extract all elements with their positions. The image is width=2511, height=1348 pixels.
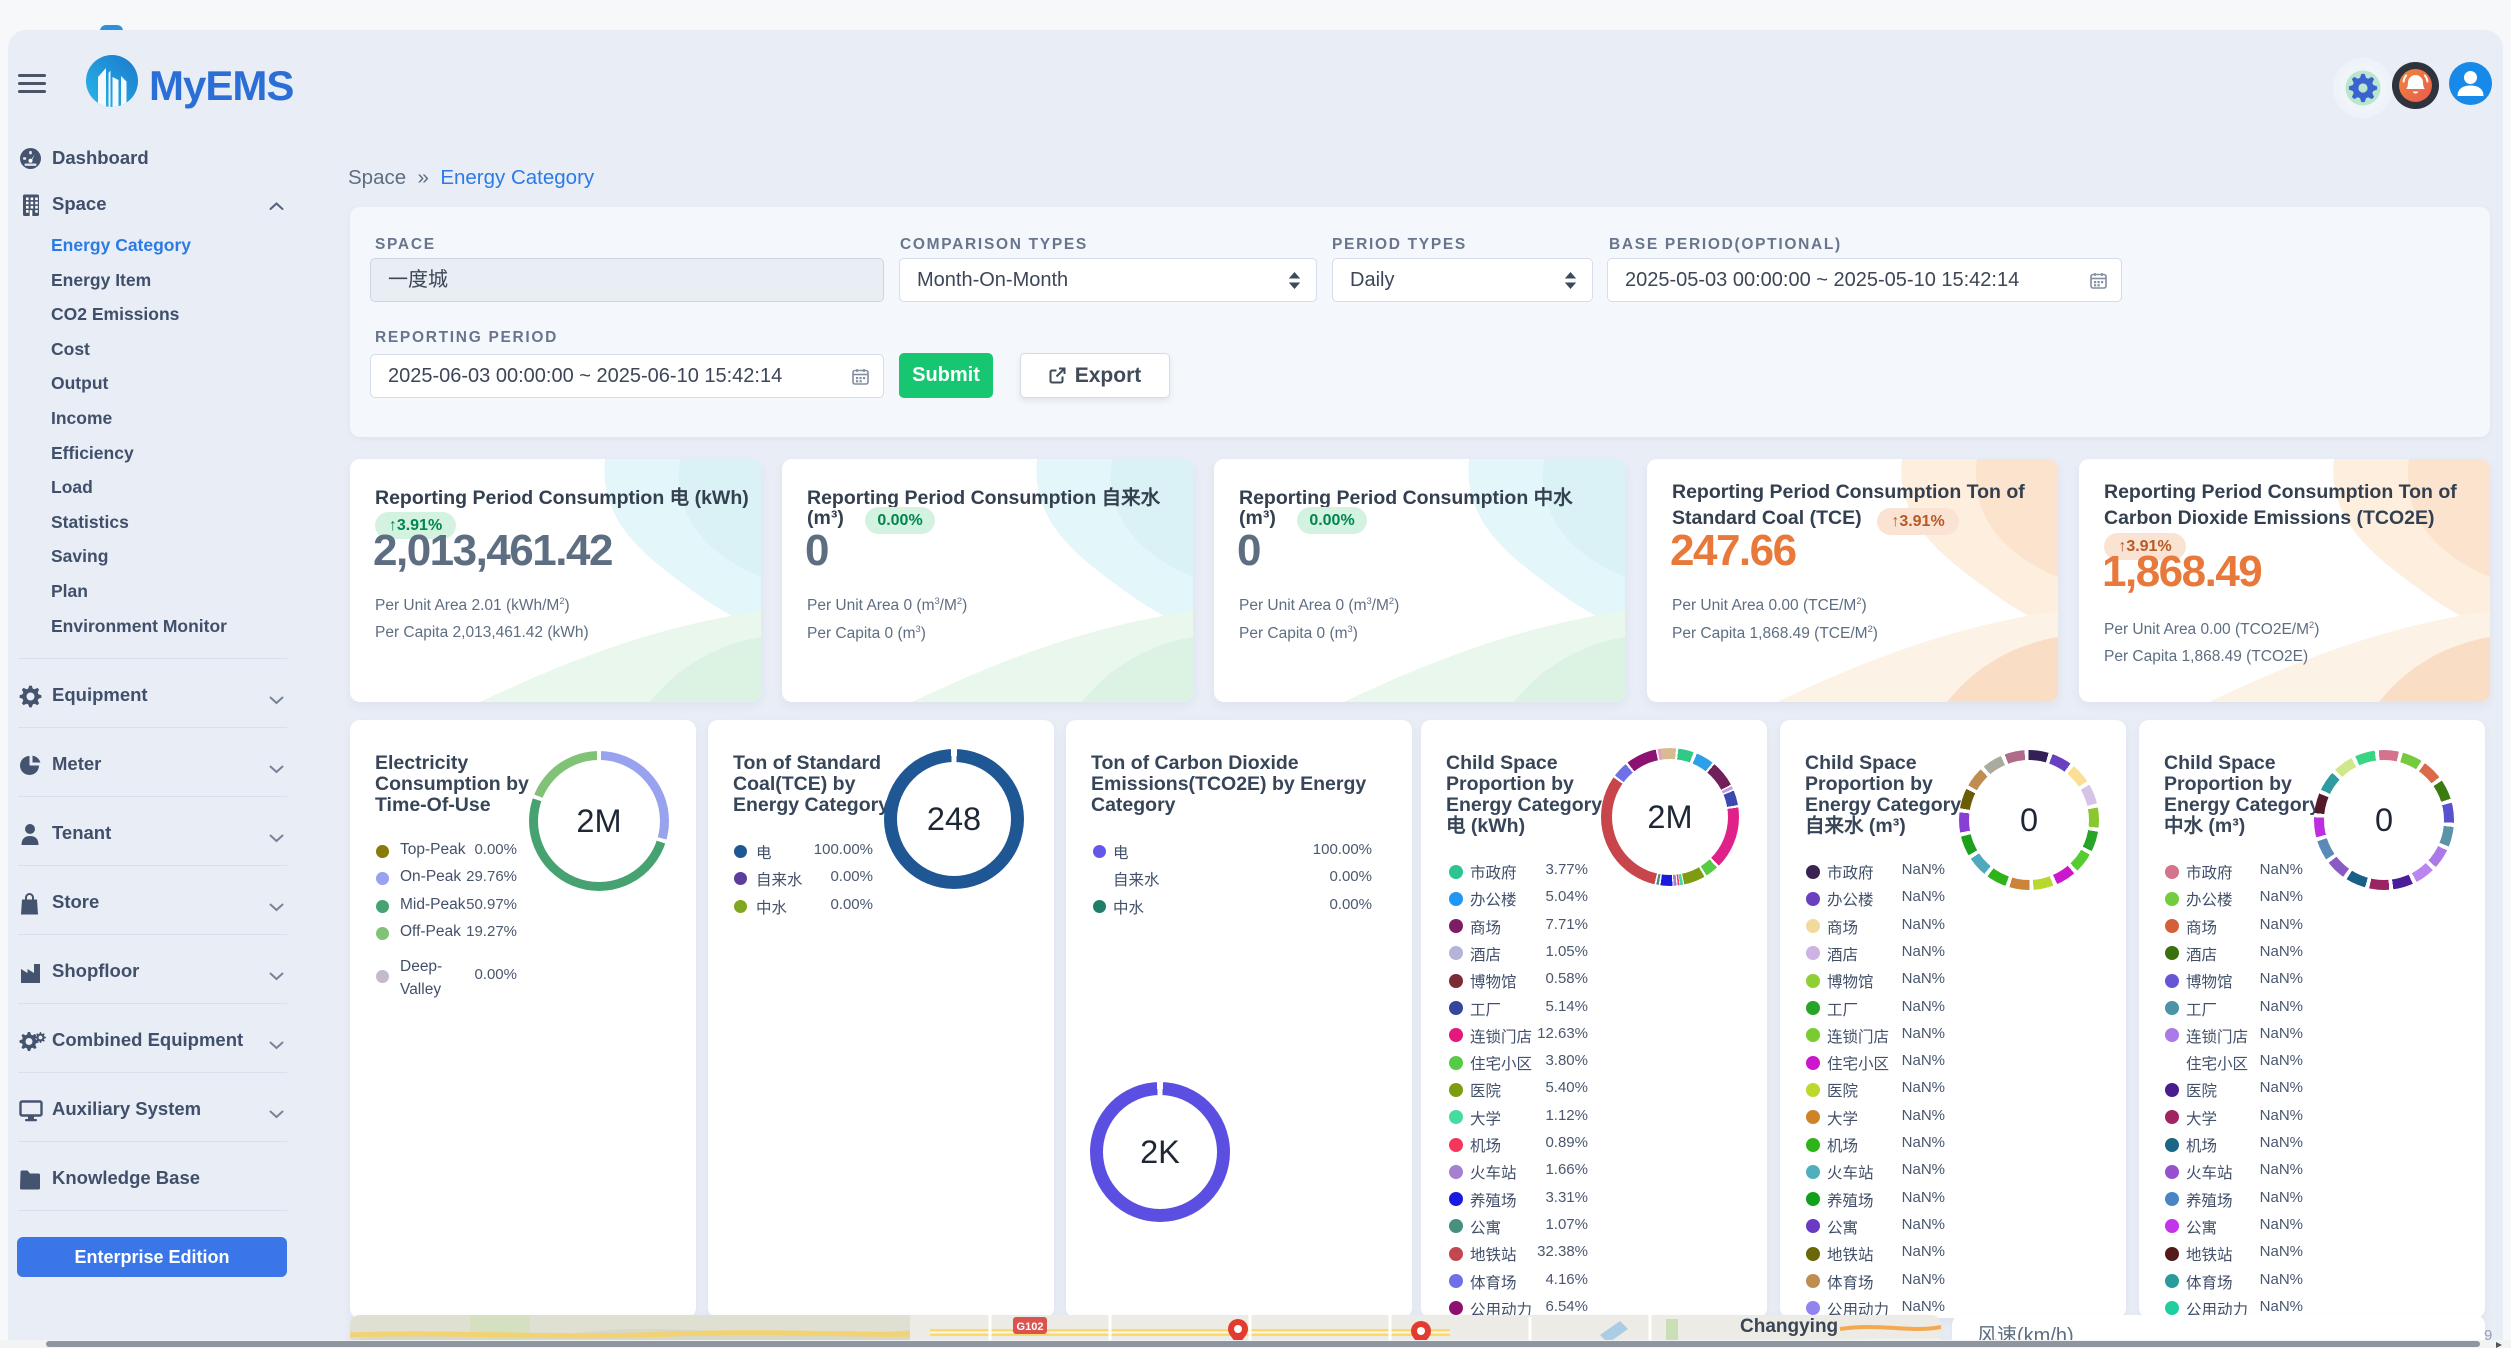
svg-text:G102: G102 xyxy=(1017,1321,1044,1333)
svg-text:Changying: Changying xyxy=(1740,1316,1838,1337)
